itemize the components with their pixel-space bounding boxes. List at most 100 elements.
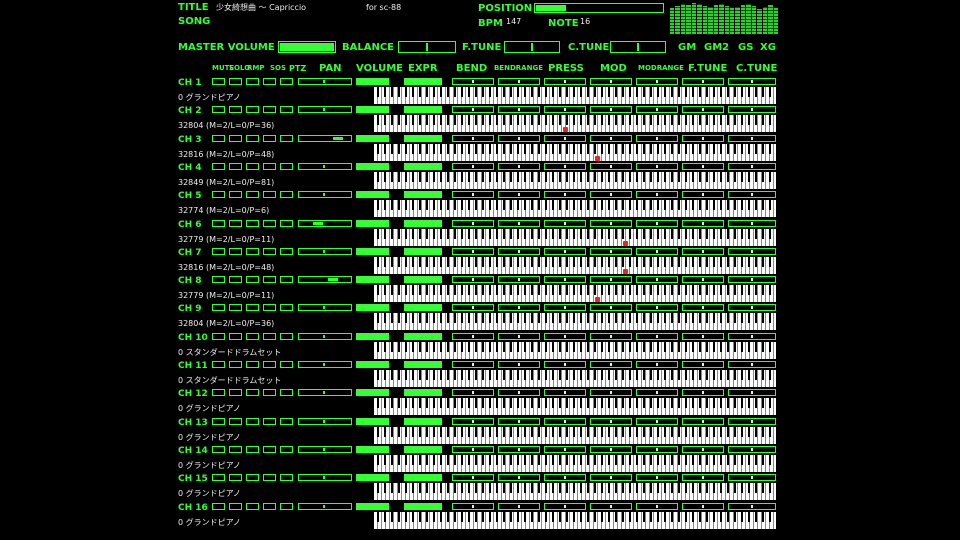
mute-toggle[interactable] [212,304,225,312]
ptz-toggle[interactable] [280,219,293,227]
bend-range-slider[interactable] [498,162,540,170]
mute-toggle[interactable] [212,162,225,170]
expression-meter[interactable] [404,134,442,142]
bend-range-slider[interactable] [498,502,540,510]
bend-range-slider[interactable] [498,389,540,397]
sos-toggle[interactable] [263,502,276,510]
master-f-tune-slider[interactable] [504,41,560,53]
expression-meter[interactable] [404,389,442,397]
volume-meter[interactable] [356,474,389,482]
bend-range-slider[interactable] [498,332,540,340]
volume-meter[interactable] [356,332,389,340]
bend-range-slider[interactable] [498,191,540,199]
pan-slider[interactable] [298,191,352,199]
mute-toggle[interactable] [212,417,225,425]
bend-range-slider[interactable] [498,361,540,368]
sos-toggle[interactable] [263,219,276,227]
press-slider[interactable] [544,389,586,397]
mod-slider[interactable] [590,162,632,170]
bend-slider[interactable] [452,106,494,114]
volume-meter[interactable] [356,247,389,255]
solo-toggle[interactable] [229,191,242,199]
sos-toggle[interactable] [263,191,276,199]
piano-keyboard[interactable] [374,87,776,104]
volume-meter[interactable] [356,219,389,227]
expression-meter[interactable] [404,502,442,510]
bend-slider[interactable] [452,417,494,425]
solo-toggle[interactable] [229,389,242,397]
mute-toggle[interactable] [212,247,225,255]
sos-toggle[interactable] [263,389,276,397]
solo-toggle[interactable] [229,219,242,227]
c-tune-slider[interactable] [728,247,776,255]
mod-range-slider[interactable] [636,106,678,114]
piano-keyboard[interactable] [374,426,776,444]
mute-toggle[interactable] [212,106,225,114]
rmp-toggle[interactable] [246,304,259,312]
solo-toggle[interactable] [229,361,242,368]
solo-toggle[interactable] [229,304,242,312]
rmp-toggle[interactable] [246,219,259,227]
volume-meter[interactable] [356,502,389,510]
sos-toggle[interactable] [263,361,276,368]
press-slider[interactable] [544,361,586,368]
ptz-toggle[interactable] [280,389,293,397]
bend-slider[interactable] [452,276,494,284]
expression-meter[interactable] [404,361,442,368]
mod-range-slider[interactable] [636,162,678,170]
sos-toggle[interactable] [263,304,276,312]
mute-toggle[interactable] [212,361,225,368]
f-tune-slider[interactable] [682,474,724,482]
expression-meter[interactable] [404,332,442,340]
pan-slider[interactable] [298,474,352,482]
press-slider[interactable] [544,191,586,199]
mute-toggle[interactable] [212,78,225,85]
rmp-toggle[interactable] [246,502,259,510]
c-tune-slider[interactable] [728,276,776,284]
pan-slider[interactable] [298,247,352,255]
rmp-toggle[interactable] [246,361,259,368]
expression-meter[interactable] [404,474,442,482]
mod-range-slider[interactable] [636,134,678,142]
mod-range-slider[interactable] [636,417,678,425]
ptz-toggle[interactable] [280,191,293,199]
solo-toggle[interactable] [229,417,242,425]
pan-slider[interactable] [298,78,352,85]
expression-meter[interactable] [404,304,442,312]
rmp-toggle[interactable] [246,78,259,85]
mod-slider[interactable] [590,417,632,425]
solo-toggle[interactable] [229,502,242,510]
bend-slider[interactable] [452,304,494,312]
pan-slider[interactable] [298,361,352,368]
bend-slider[interactable] [452,332,494,340]
sos-toggle[interactable] [263,445,276,453]
ptz-toggle[interactable] [280,134,293,142]
bend-slider[interactable] [452,78,494,85]
mod-slider[interactable] [590,361,632,368]
mute-toggle[interactable] [212,134,225,142]
piano-keyboard[interactable] [374,483,776,501]
rmp-toggle[interactable] [246,162,259,170]
piano-keyboard[interactable] [374,256,776,274]
bend-range-slider[interactable] [498,106,540,114]
mod-range-slider[interactable] [636,247,678,255]
sos-toggle[interactable] [263,162,276,170]
expression-meter[interactable] [404,276,442,284]
pan-slider[interactable] [298,445,352,453]
piano-keyboard[interactable] [374,511,776,529]
c-tune-slider[interactable] [728,304,776,312]
c-tune-slider[interactable] [728,219,776,227]
mute-toggle[interactable] [212,332,225,340]
f-tune-slider[interactable] [682,219,724,227]
gm2-mode-label[interactable]: GM2 [704,42,729,53]
f-tune-slider[interactable] [682,191,724,199]
bend-range-slider[interactable] [498,304,540,312]
press-slider[interactable] [544,219,586,227]
rmp-toggle[interactable] [246,417,259,425]
ptz-toggle[interactable] [280,474,293,482]
bend-range-slider[interactable] [498,247,540,255]
c-tune-slider[interactable] [728,417,776,425]
expression-meter[interactable] [404,219,442,227]
f-tune-slider[interactable] [682,304,724,312]
piano-keyboard[interactable] [374,313,776,331]
